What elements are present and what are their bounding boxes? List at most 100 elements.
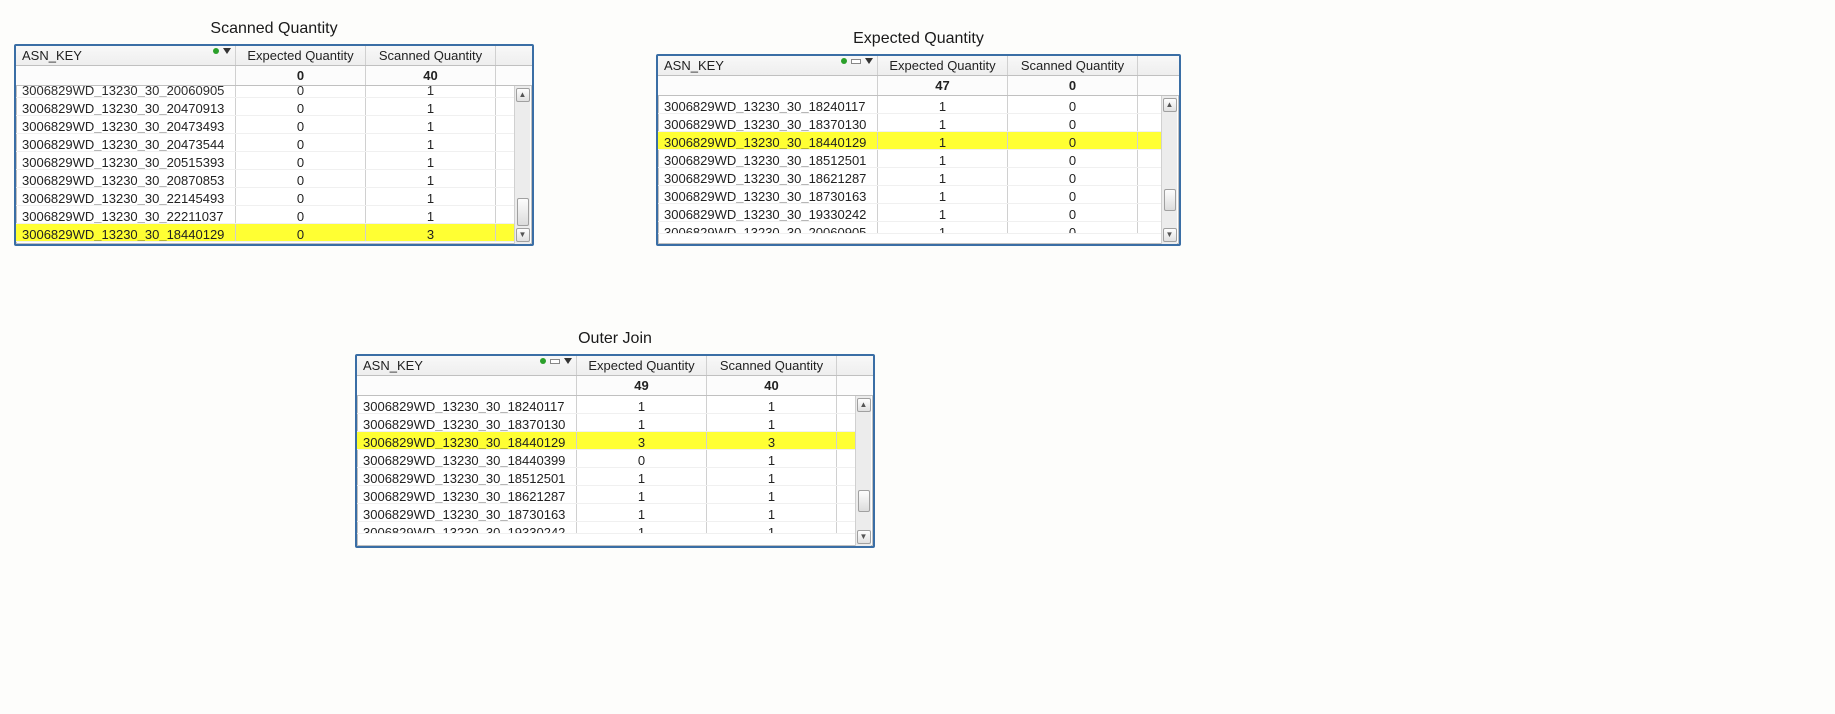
cell-scanned: 0 xyxy=(1008,114,1138,131)
cell-asnkey: 3006829WD_13230_30_20470913 xyxy=(16,98,236,115)
table-row[interactable]: 3006829WD_13230_30_2006090510 xyxy=(658,222,1161,234)
table-row[interactable]: 3006829WD_13230_30_1837013011 xyxy=(357,414,855,432)
cell-scanned: 1 xyxy=(707,522,837,533)
expected-panel-title: Expected Quantity xyxy=(656,30,1181,48)
table-row[interactable]: 3006829WD_13230_30_1862128711 xyxy=(357,486,855,504)
cell-scanned: 1 xyxy=(366,188,496,205)
cell-asnkey: 3006829WD_13230_30_18440399 xyxy=(357,450,577,467)
table-row[interactable]: 3006829WD_13230_30_1824011711 xyxy=(357,396,855,414)
table-row[interactable]: 3006829WD_13230_30_2214549301 xyxy=(16,188,514,206)
column-header-asnkey[interactable]: ASN_KEY xyxy=(658,56,878,75)
cell-scanned: 0 xyxy=(1008,168,1138,185)
scroll-down-icon[interactable]: ▼ xyxy=(516,228,530,242)
totals-key-cell xyxy=(357,376,577,395)
cell-asnkey: 3006829WD_13230_30_18512501 xyxy=(658,150,878,167)
scroll-up-icon[interactable]: ▲ xyxy=(857,398,871,412)
table-row[interactable]: 3006829WD_13230_30_2006090501 xyxy=(16,86,514,98)
cell-scanned: 1 xyxy=(707,486,837,503)
table-row[interactable]: 3006829WD_13230_30_1844039901 xyxy=(357,450,855,468)
scroll-thumb[interactable] xyxy=(517,198,529,226)
column-header-label: ASN_KEY xyxy=(22,48,82,63)
cell-asnkey: 3006829WD_13230_30_18512501 xyxy=(357,468,577,485)
scanned-quantity-panel: Scanned Quantity ASN_KEY Expected Quanti… xyxy=(14,20,534,246)
table-row[interactable]: 3006829WD_13230_30_2047091301 xyxy=(16,98,514,116)
table-row[interactable]: 3006829WD_13230_30_1873016310 xyxy=(658,186,1161,204)
table-row[interactable]: 3006829WD_13230_30_1844012910 xyxy=(658,132,1161,150)
outer-scrollbar[interactable]: ▲ ▼ xyxy=(855,396,871,546)
cell-asnkey: 3006829WD_13230_30_19330242 xyxy=(658,204,878,221)
scroll-down-icon[interactable]: ▼ xyxy=(1163,228,1177,242)
cell-scanned: 1 xyxy=(707,504,837,521)
column-header-label: ASN_KEY xyxy=(664,58,724,73)
cell-asnkey: 3006829WD_13230_30_18621287 xyxy=(357,486,577,503)
column-header-asnkey[interactable]: ASN_KEY xyxy=(357,356,577,375)
cell-scanned: 1 xyxy=(707,468,837,485)
column-header-scanned[interactable]: Scanned Quantity xyxy=(707,356,837,375)
table-row[interactable]: 3006829WD_13230_30_2051539301 xyxy=(16,152,514,170)
column-header-asnkey[interactable]: ASN_KEY xyxy=(16,46,236,65)
cell-scanned: 1 xyxy=(707,450,837,467)
table-row[interactable]: 3006829WD_13230_30_1844012903 xyxy=(16,224,514,242)
cell-scanned: 1 xyxy=(366,206,496,223)
expected-quantity-panel: Expected Quantity ASN_KEY Expected Quant… xyxy=(656,30,1181,246)
cell-scanned: 1 xyxy=(366,152,496,169)
cell-asnkey: 3006829WD_13230_30_18440129 xyxy=(658,132,878,149)
table-row[interactable]: 3006829WD_13230_30_1824011710 xyxy=(658,96,1161,114)
dropdown-caret-icon[interactable] xyxy=(865,58,873,64)
table-row[interactable]: 3006829WD_13230_30_1851250110 xyxy=(658,150,1161,168)
scroll-thumb[interactable] xyxy=(1164,189,1176,211)
cell-asnkey: 3006829WD_13230_30_18240117 xyxy=(357,396,577,413)
column-header-expected[interactable]: Expected Quantity xyxy=(236,46,366,65)
table-row[interactable]: 3006829WD_13230_30_2087085301 xyxy=(16,170,514,188)
cell-asnkey: 3006829WD_13230_30_18730163 xyxy=(357,504,577,521)
table-row[interactable]: 3006829WD_13230_30_2047349301 xyxy=(16,116,514,134)
table-row[interactable]: 3006829WD_13230_30_1837013010 xyxy=(658,114,1161,132)
cell-expected: 3 xyxy=(577,432,707,449)
table-row[interactable]: 3006829WD_13230_30_1862128710 xyxy=(658,168,1161,186)
cell-asnkey: 3006829WD_13230_30_18440129 xyxy=(16,224,236,241)
cell-scanned: 0 xyxy=(1008,204,1138,221)
outer-grid-header: ASN_KEY Expected Quantity Scanned Quanti… xyxy=(357,356,873,376)
table-row[interactable]: 3006829WD_13230_30_1844012933 xyxy=(357,432,855,450)
cell-expected: 0 xyxy=(236,86,366,97)
cell-expected: 1 xyxy=(878,222,1008,233)
table-row[interactable]: 3006829WD_13230_30_2047354401 xyxy=(16,134,514,152)
sort-box-icon[interactable] xyxy=(550,359,560,364)
column-header-expected[interactable]: Expected Quantity xyxy=(878,56,1008,75)
expected-scrollbar[interactable]: ▲ ▼ xyxy=(1161,96,1177,244)
dropdown-caret-icon[interactable] xyxy=(223,48,231,54)
outer-grid-body: 3006829WD_13230_30_18240117113006829WD_1… xyxy=(357,396,873,546)
totals-expected-cell: 49 xyxy=(577,376,707,395)
scroll-up-icon[interactable]: ▲ xyxy=(516,88,530,102)
table-row[interactable]: 3006829WD_13230_30_1873016311 xyxy=(357,504,855,522)
cell-asnkey: 3006829WD_13230_30_20060905 xyxy=(16,86,236,97)
cell-expected: 0 xyxy=(236,134,366,151)
cell-asnkey: 3006829WD_13230_30_19330242 xyxy=(357,522,577,533)
column-header-expected[interactable]: Expected Quantity xyxy=(577,356,707,375)
table-row[interactable]: 3006829WD_13230_30_1933024211 xyxy=(357,522,855,534)
cell-scanned: 0 xyxy=(1008,222,1138,233)
scroll-up-icon[interactable]: ▲ xyxy=(1163,98,1177,112)
column-header-label: Expected Quantity xyxy=(247,48,353,63)
cell-expected: 0 xyxy=(236,116,366,133)
cell-asnkey: 3006829WD_13230_30_20870853 xyxy=(16,170,236,187)
cell-expected: 1 xyxy=(878,204,1008,221)
totals-key-cell xyxy=(658,76,878,95)
table-row[interactable]: 3006829WD_13230_30_1851250111 xyxy=(357,468,855,486)
cell-asnkey: 3006829WD_13230_30_18370130 xyxy=(658,114,878,131)
scroll-thumb[interactable] xyxy=(858,490,870,512)
scroll-down-icon[interactable]: ▼ xyxy=(857,530,871,544)
dropdown-caret-icon[interactable] xyxy=(564,358,572,364)
cell-expected: 1 xyxy=(577,396,707,413)
column-header-scanned[interactable]: Scanned Quantity xyxy=(366,46,496,65)
scanned-scrollbar[interactable]: ▲ ▼ xyxy=(514,86,530,244)
expected-grid-header: ASN_KEY Expected Quantity Scanned Quanti… xyxy=(658,56,1179,76)
sort-box-icon[interactable] xyxy=(851,59,861,64)
cell-expected: 0 xyxy=(236,152,366,169)
table-row[interactable]: 3006829WD_13230_30_2221103701 xyxy=(16,206,514,224)
cell-asnkey: 3006829WD_13230_30_20515393 xyxy=(16,152,236,169)
column-header-scanned[interactable]: Scanned Quantity xyxy=(1008,56,1138,75)
table-row[interactable]: 3006829WD_13230_30_1933024210 xyxy=(658,204,1161,222)
cell-expected: 0 xyxy=(236,188,366,205)
cell-asnkey: 3006829WD_13230_30_18621287 xyxy=(658,168,878,185)
